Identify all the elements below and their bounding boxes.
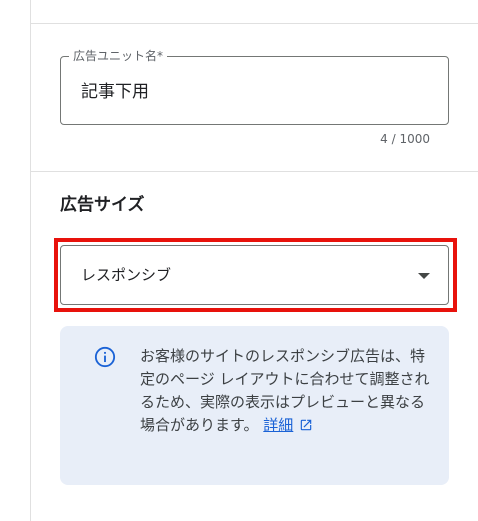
learn-more-link[interactable]: 詳細	[263, 416, 293, 434]
top-divider	[30, 23, 478, 24]
ad-unit-name-label: 広告ユニット名*	[69, 49, 168, 63]
arrow-drop-down-icon	[418, 273, 430, 279]
info-icon	[94, 346, 116, 368]
ad-unit-name-field[interactable]: 広告ユニット名* 記事下用	[60, 49, 449, 125]
info-message: お客様のサイトのレスポンシブ広告は、特定のページ レイアウトに合わせて調整される…	[140, 345, 430, 437]
info-callout: お客様のサイトのレスポンシブ広告は、特定のページ レイアウトに合わせて調整される…	[60, 326, 449, 485]
ad-size-heading: 広告サイズ	[60, 195, 145, 215]
character-counter: 4 / 1000	[380, 132, 430, 146]
ad-size-select[interactable]: レスポンシブ	[60, 245, 449, 305]
ad-unit-settings-panel: 広告ユニット名* 記事下用 4 / 1000 広告サイズ レスポンシブ お客様の…	[0, 0, 478, 521]
ad-unit-name-value[interactable]: 記事下用	[81, 81, 149, 103]
open-in-new-icon[interactable]	[299, 418, 313, 432]
learn-more-label[interactable]: 詳細	[263, 416, 293, 434]
ad-size-selected-value: レスポンシブ	[81, 266, 172, 284]
left-divider	[30, 0, 31, 521]
section-divider	[30, 171, 478, 172]
